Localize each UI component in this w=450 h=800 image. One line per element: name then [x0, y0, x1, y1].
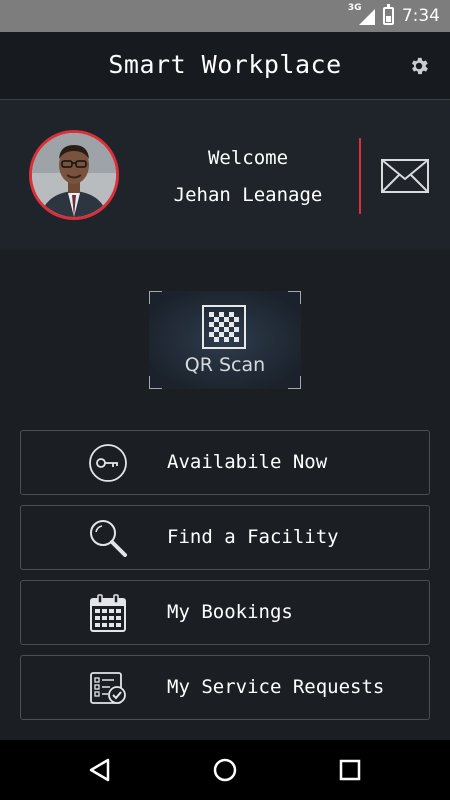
gear-icon[interactable]	[408, 55, 430, 77]
avatar[interactable]	[29, 130, 119, 220]
profile-panel: Welcome Jehan Leanage	[0, 100, 450, 250]
welcome-block: Welcome Jehan Leanage	[150, 140, 346, 214]
menu-label: My Service Requests	[167, 676, 385, 698]
qr-code-icon	[202, 305, 246, 349]
menu-item-my-bookings[interactable]: My Bookings	[20, 580, 430, 645]
magnifier-icon	[90, 520, 127, 557]
menu-item-find-facility[interactable]: Find a Facility	[20, 505, 430, 570]
system-nav-bar	[0, 740, 450, 800]
user-name: Jehan Leanage	[173, 184, 323, 206]
signal-icon: 3G	[348, 3, 375, 27]
qr-scan-label: QR Scan	[184, 354, 266, 376]
divider	[359, 138, 361, 214]
recents-square-icon[interactable]	[336, 756, 364, 784]
home-circle-icon[interactable]	[211, 756, 239, 784]
menu-label: Availabile Now	[167, 451, 328, 473]
person-photo-icon	[32, 133, 116, 217]
envelope-icon[interactable]	[381, 159, 429, 193]
app-bar: Smart Workplace	[0, 32, 450, 100]
menu-item-service-requests[interactable]: My Service Requests	[20, 655, 430, 720]
key-icon	[89, 444, 127, 482]
welcome-label: Welcome	[207, 147, 289, 169]
back-triangle-icon[interactable]	[86, 756, 114, 784]
checklist-icon	[90, 672, 126, 704]
app-title: Smart Workplace	[108, 50, 342, 79]
qr-scan-button[interactable]: QR Scan	[149, 291, 301, 389]
menu-item-available-now[interactable]: Availabile Now	[20, 430, 430, 495]
menu-label: My Bookings	[167, 601, 293, 623]
calendar-icon	[90, 594, 126, 632]
clock: 7:34	[401, 6, 440, 26]
status-bar: 3G 7:34	[0, 0, 450, 32]
menu-label: Find a Facility	[167, 526, 339, 548]
battery-icon	[382, 4, 394, 25]
